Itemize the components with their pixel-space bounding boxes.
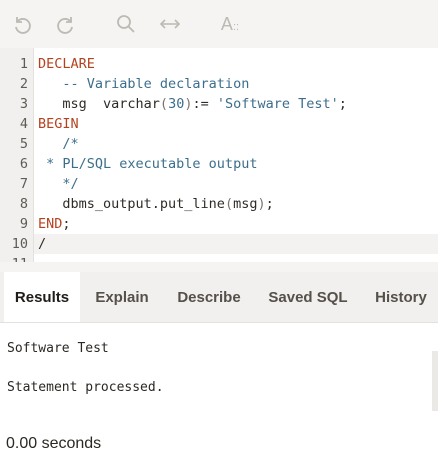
line-number: 6 (19, 156, 28, 172)
line-number: 2 (19, 76, 28, 92)
line-number: 8 (19, 196, 28, 212)
results-tabs: Results Explain Describe Saved SQL Histo… (0, 272, 438, 323)
editor-toolbar: A:: (0, 0, 438, 48)
find-replace-button[interactable] (156, 10, 184, 38)
replace-arrows-icon (159, 19, 181, 29)
code-line: /* (38, 136, 79, 152)
line-number-gutter: 1 2 3 4 5 6 7 8 9 10 11 (0, 48, 34, 262)
results-pane: Software Test Statement processed. 0.00 … (0, 323, 438, 456)
line-number: 3 (19, 96, 28, 112)
line-number: 7 (19, 176, 28, 192)
results-scrollbar[interactable] (432, 351, 438, 411)
tab-describe[interactable]: Describe (166, 272, 252, 322)
tab-history[interactable]: History (364, 272, 438, 322)
line-number: 9 (19, 216, 28, 232)
redo-button[interactable] (52, 10, 80, 38)
code-line: dbms_output.put_line(msg); (38, 196, 274, 212)
find-button[interactable] (112, 10, 140, 38)
tab-results[interactable]: Results (4, 272, 80, 322)
elapsed-time: 0.00 seconds (6, 435, 102, 452)
font-size-icon: A:: (220, 13, 240, 34)
tab-explain[interactable]: Explain (84, 272, 160, 322)
status-message: Statement processed. (7, 380, 164, 395)
font-size-button[interactable]: A:: (216, 10, 244, 38)
code-line: -- Variable declaration (38, 76, 250, 92)
line-number: 1 (19, 56, 28, 72)
code-line: */ (38, 176, 79, 192)
search-icon (117, 15, 135, 33)
sql-editor[interactable]: 1 2 3 4 5 6 7 8 9 10 11 DECLARE -- Varia… (0, 48, 438, 262)
line-number: 5 (19, 136, 28, 152)
line-number: 10 (11, 236, 28, 252)
undo-button[interactable] (8, 10, 36, 38)
line-number: 4 (19, 116, 28, 132)
code-line: * PL/SQL executable output (38, 156, 258, 172)
code-line: msg varchar(30):= 'Software Test'; (38, 96, 347, 112)
undo-icon (15, 17, 31, 34)
code-line: BEGIN (38, 116, 79, 132)
code-line: DECLARE (38, 56, 95, 72)
code-line: / (38, 236, 47, 252)
tab-saved-sql[interactable]: Saved SQL (260, 272, 356, 322)
redo-icon (57, 17, 73, 34)
dbms-output-text: Software Test (7, 341, 109, 356)
active-line-highlight (34, 234, 438, 254)
pane-splitter[interactable] (0, 262, 438, 272)
code-line: END; (38, 216, 71, 232)
